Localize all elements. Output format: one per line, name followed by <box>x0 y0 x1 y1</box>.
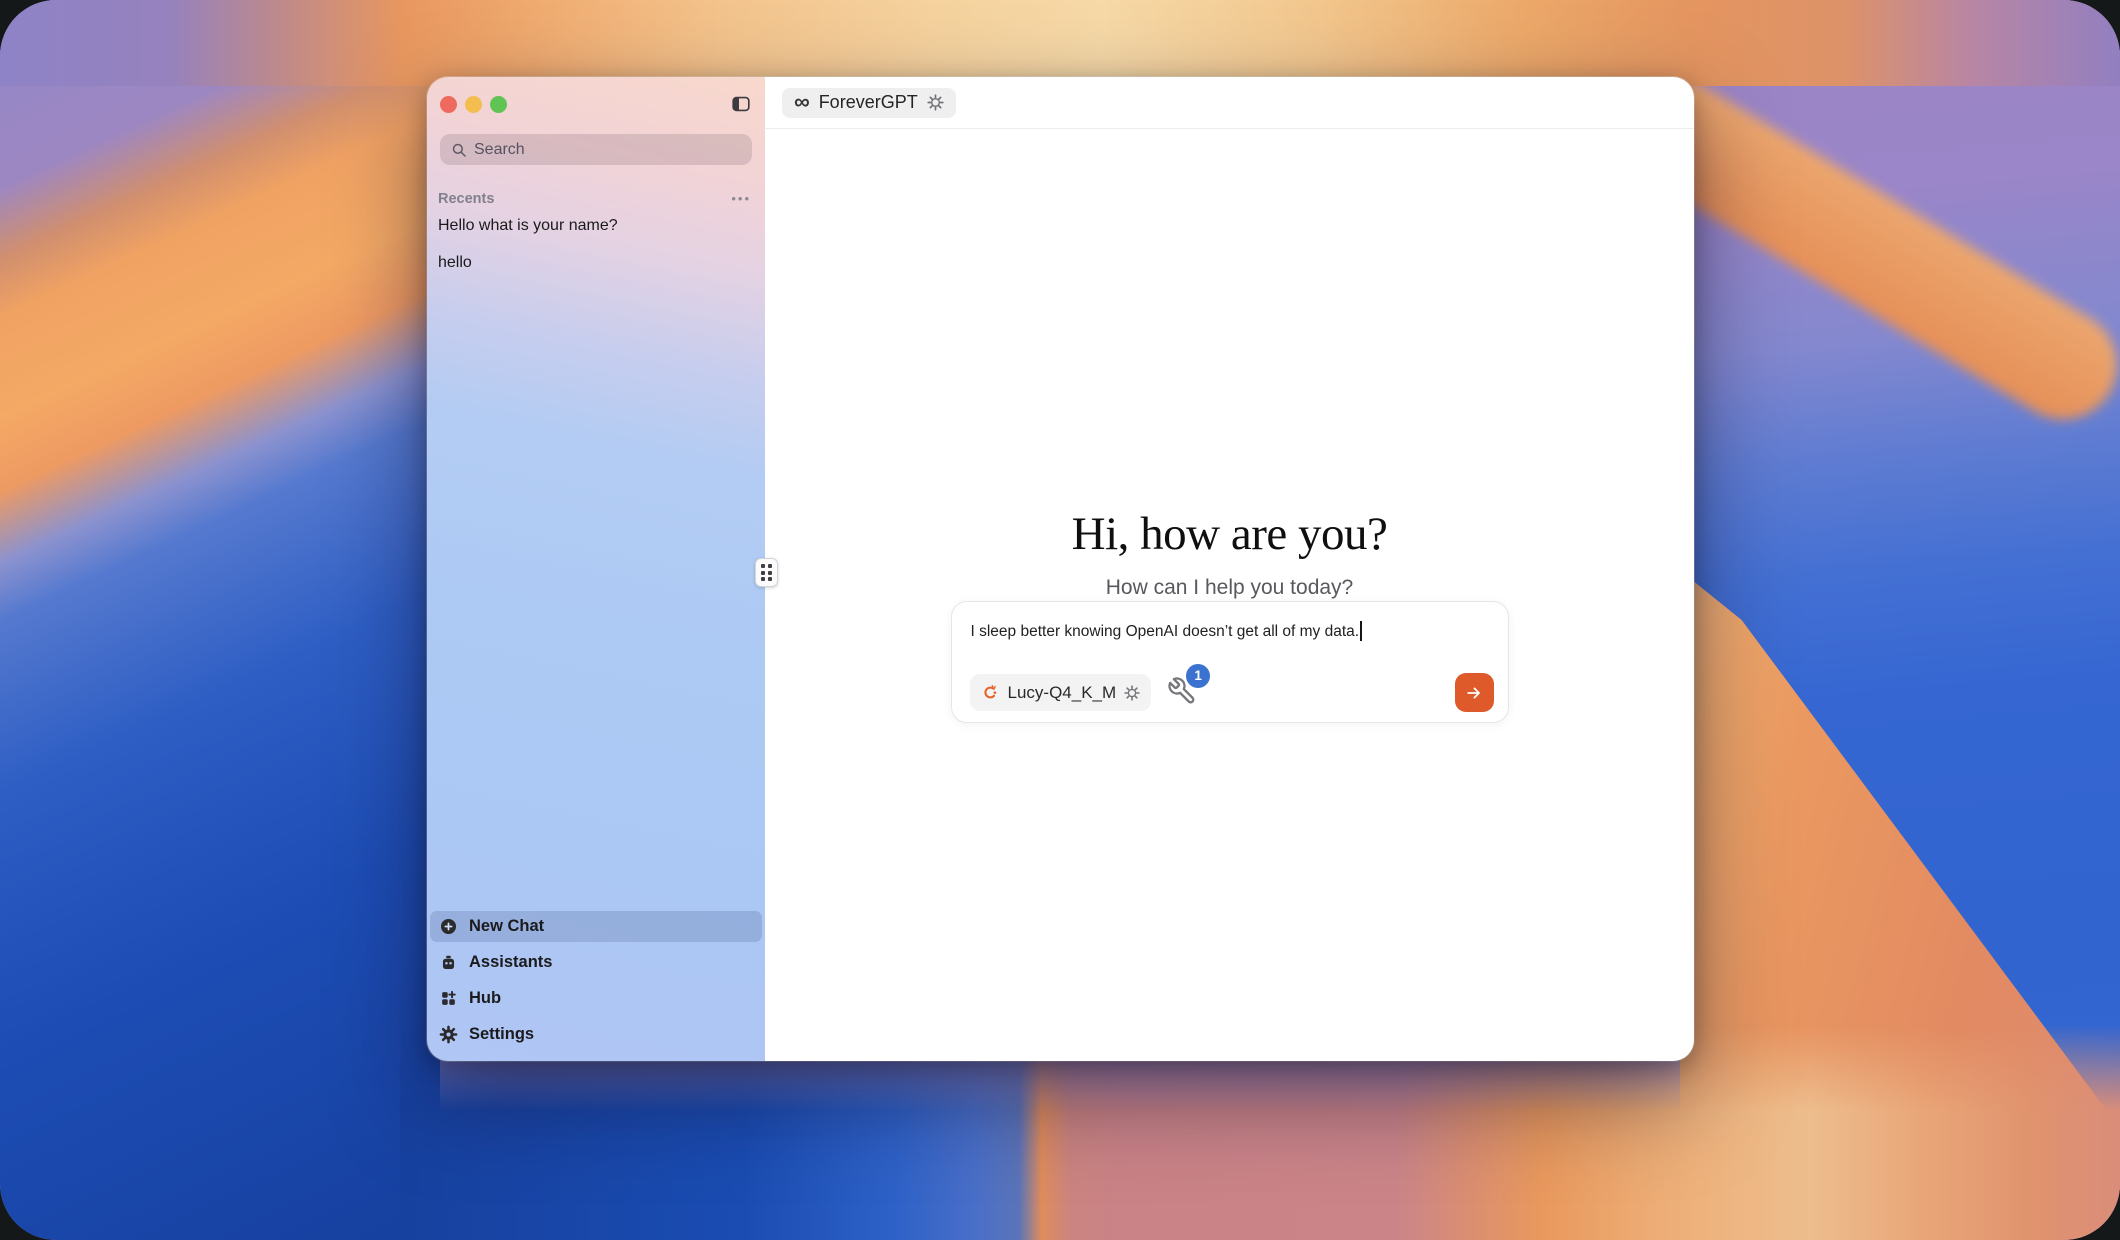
nav-settings-label: Settings <box>469 1025 534 1044</box>
sidebar-toggle-icon[interactable] <box>730 93 752 115</box>
wallpaper-left-bands <box>0 0 440 1240</box>
nav-assistants[interactable]: Assistants <box>430 947 762 978</box>
recent-chat-item[interactable]: hello <box>437 244 755 281</box>
nav-hub-label: Hub <box>469 989 501 1008</box>
sidebar-titlebar <box>427 77 765 131</box>
tab-forevergpt[interactable]: ∞ ForeverGPT <box>782 88 956 118</box>
tools-count-badge: 1 <box>1186 664 1210 688</box>
recents-header-row: Recents ••• <box>438 191 751 207</box>
sidebar-nav: New Chat Assistants Hub Settings <box>430 906 762 1050</box>
sidebar-spacer <box>427 281 765 906</box>
sidebar: Recents ••• Hello what is your name? hel… <box>427 77 765 1061</box>
greeting-subtitle: How can I help you today? <box>765 576 1694 600</box>
app-window: Recents ••• Hello what is your name? hel… <box>427 77 1694 1061</box>
greeting-title: Hi, how are you? <box>765 507 1694 561</box>
tab-title: ForeverGPT <box>819 92 918 113</box>
hub-grid-icon <box>439 989 458 1008</box>
composer-input[interactable]: I sleep better knowing OpenAI doesn’t ge… <box>971 621 1460 641</box>
nav-settings[interactable]: Settings <box>430 1019 762 1050</box>
chat-content: Hi, how are you? How can I help you toda… <box>765 129 1694 1061</box>
search-field-wrap <box>440 134 752 165</box>
send-button[interactable] <box>1455 673 1494 712</box>
wallpaper-top-band <box>0 0 2120 86</box>
close-button[interactable] <box>440 96 457 113</box>
zoom-button[interactable] <box>490 96 507 113</box>
tools-button[interactable]: 1 <box>1165 676 1199 710</box>
search-input[interactable] <box>440 134 752 165</box>
gear-icon <box>439 1025 458 1044</box>
model-gear-icon[interactable] <box>1124 685 1140 701</box>
drag-dots-icon <box>761 564 772 581</box>
minimize-button[interactable] <box>465 96 482 113</box>
search-icon <box>450 141 468 159</box>
nav-new-chat[interactable]: New Chat <box>430 911 762 942</box>
robot-icon <box>439 953 458 972</box>
infinity-logo-icon: ∞ <box>794 91 810 113</box>
tab-gear-icon[interactable] <box>927 94 944 111</box>
message-composer[interactable]: I sleep better knowing OpenAI doesn’t ge… <box>951 601 1509 723</box>
model-selector[interactable]: Lucy-Q4_K_M <box>970 674 1152 711</box>
send-arrow-icon <box>1464 683 1484 703</box>
sidebar-resize-handle[interactable] <box>755 558 778 587</box>
model-name: Lucy-Q4_K_M <box>1008 683 1117 703</box>
wallpaper-orange-band <box>1680 48 2120 439</box>
nav-assistants-label: Assistants <box>469 953 552 972</box>
desktop-wallpaper: Recents ••• Hello what is your name? hel… <box>0 0 2120 1240</box>
recent-chat-item[interactable]: Hello what is your name? <box>437 207 755 244</box>
recents-header: Recents <box>438 191 494 207</box>
tab-bar: ∞ ForeverGPT <box>765 77 1694 129</box>
screen: Recents ••• Hello what is your name? hel… <box>0 0 2120 1240</box>
main-panel: ∞ ForeverGPT Hi, how are you? How can I … <box>765 77 1694 1061</box>
text-caret <box>1360 621 1362 641</box>
composer-text: I sleep better knowing OpenAI doesn’t ge… <box>971 623 1360 640</box>
plus-circle-icon <box>439 917 458 936</box>
recents-menu-icon[interactable]: ••• <box>731 194 751 204</box>
model-logo-icon <box>981 683 1000 702</box>
nav-new-chat-label: New Chat <box>469 917 544 936</box>
traffic-lights <box>440 96 507 113</box>
nav-hub[interactable]: Hub <box>430 983 762 1014</box>
composer-controls: Lucy-Q4_K_M 1 <box>970 673 1494 712</box>
